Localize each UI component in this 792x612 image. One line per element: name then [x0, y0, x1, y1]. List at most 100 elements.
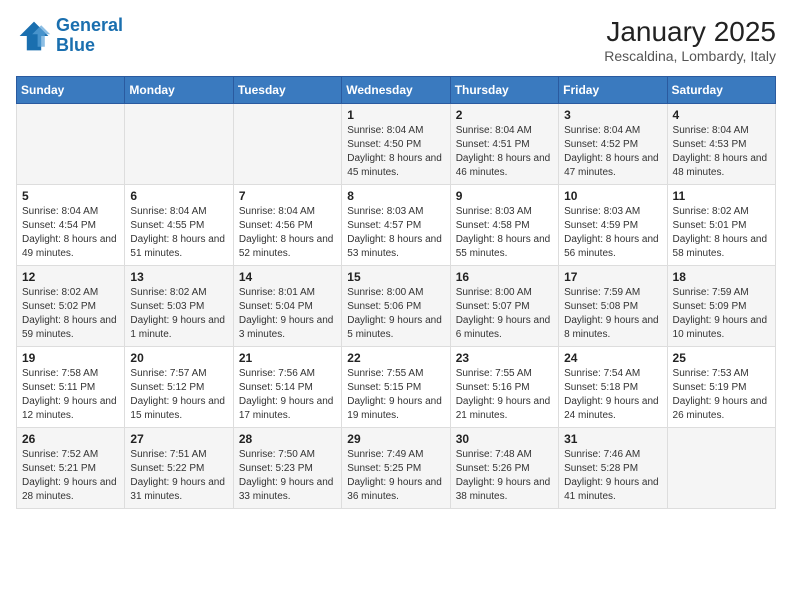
- day-info: Sunrise: 7:56 AM Sunset: 5:14 PM Dayligh…: [239, 367, 336, 423]
- day-info: Sunrise: 7:52 AM Sunset: 5:21 PM Dayligh…: [22, 448, 119, 504]
- calendar-day-cell: 28 Sunrise: 7:50 AM Sunset: 5:23 PM Dayli…: [233, 428, 341, 509]
- day-info: Sunrise: 7:59 AM Sunset: 5:08 PM Dayligh…: [564, 286, 661, 342]
- day-number: 8: [347, 189, 444, 203]
- day-info: Sunrise: 8:04 AM Sunset: 4:55 PM Dayligh…: [130, 205, 227, 261]
- day-number: 29: [347, 432, 444, 446]
- day-info: Sunrise: 8:04 AM Sunset: 4:50 PM Dayligh…: [347, 124, 444, 180]
- day-info: Sunrise: 8:03 AM Sunset: 4:57 PM Dayligh…: [347, 205, 444, 261]
- day-info: Sunrise: 7:55 AM Sunset: 5:15 PM Dayligh…: [347, 367, 444, 423]
- calendar-day-cell: 1 Sunrise: 8:04 AM Sunset: 4:50 PM Daylig…: [342, 104, 450, 185]
- day-number: 2: [456, 108, 553, 122]
- calendar-day-cell: 30 Sunrise: 7:48 AM Sunset: 5:26 PM Dayli…: [450, 428, 558, 509]
- day-number: 16: [456, 270, 553, 284]
- calendar-day-cell: 8 Sunrise: 8:03 AM Sunset: 4:57 PM Daylig…: [342, 185, 450, 266]
- day-info: Sunrise: 8:02 AM Sunset: 5:01 PM Dayligh…: [673, 205, 770, 261]
- day-info: Sunrise: 7:58 AM Sunset: 5:11 PM Dayligh…: [22, 367, 119, 423]
- day-info: Sunrise: 8:00 AM Sunset: 5:06 PM Dayligh…: [347, 286, 444, 342]
- day-number: 10: [564, 189, 661, 203]
- day-number: 31: [564, 432, 661, 446]
- day-info: Sunrise: 8:01 AM Sunset: 5:04 PM Dayligh…: [239, 286, 336, 342]
- day-info: Sunrise: 7:51 AM Sunset: 5:22 PM Dayligh…: [130, 448, 227, 504]
- calendar-day-cell: 21 Sunrise: 7:56 AM Sunset: 5:14 PM Dayli…: [233, 347, 341, 428]
- day-number: 18: [673, 270, 770, 284]
- calendar-day-cell: 23 Sunrise: 7:55 AM Sunset: 5:16 PM Dayli…: [450, 347, 558, 428]
- dow-cell: Wednesday: [342, 77, 450, 104]
- day-number: 6: [130, 189, 227, 203]
- day-info: Sunrise: 8:04 AM Sunset: 4:53 PM Dayligh…: [673, 124, 770, 180]
- dow-cell: Saturday: [667, 77, 775, 104]
- header: General Blue January 2025 Rescaldina, Lo…: [16, 16, 776, 64]
- day-number: 1: [347, 108, 444, 122]
- calendar-day-cell: 16 Sunrise: 8:00 AM Sunset: 5:07 PM Dayli…: [450, 266, 558, 347]
- calendar-day-cell: 25Sunrise: 7:53 AM Sunset: 5:19 PM Dayli…: [667, 347, 775, 428]
- day-info: Sunrise: 8:04 AM Sunset: 4:54 PM Dayligh…: [22, 205, 119, 261]
- day-info: Sunrise: 8:03 AM Sunset: 4:58 PM Dayligh…: [456, 205, 553, 261]
- dow-cell: Thursday: [450, 77, 558, 104]
- day-number: 23: [456, 351, 553, 365]
- calendar-week-row: 12 Sunrise: 8:02 AM Sunset: 5:02 PM Dayli…: [17, 266, 776, 347]
- day-info: Sunrise: 8:00 AM Sunset: 5:07 PM Dayligh…: [456, 286, 553, 342]
- dow-cell: Friday: [559, 77, 667, 104]
- logo: General Blue: [16, 16, 123, 56]
- day-info: Sunrise: 7:46 AM Sunset: 5:28 PM Dayligh…: [564, 448, 661, 504]
- day-number: 28: [239, 432, 336, 446]
- day-info: Sunrise: 7:50 AM Sunset: 5:23 PM Dayligh…: [239, 448, 336, 504]
- calendar-day-cell: 12 Sunrise: 8:02 AM Sunset: 5:02 PM Dayli…: [17, 266, 125, 347]
- day-info: Sunrise: 7:54 AM Sunset: 5:18 PM Dayligh…: [564, 367, 661, 423]
- calendar-day-cell: 6 Sunrise: 8:04 AM Sunset: 4:55 PM Daylig…: [125, 185, 233, 266]
- calendar-day-cell: 31 Sunrise: 7:46 AM Sunset: 5:28 PM Dayli…: [559, 428, 667, 509]
- day-info: Sunrise: 7:49 AM Sunset: 5:25 PM Dayligh…: [347, 448, 444, 504]
- day-info: Sunrise: 7:57 AM Sunset: 5:12 PM Dayligh…: [130, 367, 227, 423]
- logo-line2: Blue: [56, 35, 95, 55]
- calendar-day-cell: [233, 104, 341, 185]
- day-number: 15: [347, 270, 444, 284]
- day-number: 12: [22, 270, 119, 284]
- calendar-week-row: 26 Sunrise: 7:52 AM Sunset: 5:21 PM Dayli…: [17, 428, 776, 509]
- day-info: Sunrise: 7:53 AM Sunset: 5:19 PM Dayligh…: [673, 367, 770, 423]
- calendar-day-cell: 2 Sunrise: 8:04 AM Sunset: 4:51 PM Daylig…: [450, 104, 558, 185]
- calendar-day-cell: 17Sunrise: 7:59 AM Sunset: 5:08 PM Dayli…: [559, 266, 667, 347]
- calendar-day-cell: 22Sunrise: 7:55 AM Sunset: 5:15 PM Dayli…: [342, 347, 450, 428]
- day-info: Sunrise: 8:03 AM Sunset: 4:59 PM Dayligh…: [564, 205, 661, 261]
- calendar-week-row: 1 Sunrise: 8:04 AM Sunset: 4:50 PM Daylig…: [17, 104, 776, 185]
- title-area: January 2025 Rescaldina, Lombardy, Italy: [604, 16, 776, 64]
- day-number: 21: [239, 351, 336, 365]
- day-info: Sunrise: 7:55 AM Sunset: 5:16 PM Dayligh…: [456, 367, 553, 423]
- day-number: 19: [22, 351, 119, 365]
- calendar-day-cell: 15 Sunrise: 8:00 AM Sunset: 5:06 PM Dayli…: [342, 266, 450, 347]
- day-info: Sunrise: 7:59 AM Sunset: 5:09 PM Dayligh…: [673, 286, 770, 342]
- day-number: 5: [22, 189, 119, 203]
- day-info: Sunrise: 8:02 AM Sunset: 5:02 PM Dayligh…: [22, 286, 119, 342]
- calendar-day-cell: 11Sunrise: 8:02 AM Sunset: 5:01 PM Dayli…: [667, 185, 775, 266]
- calendar-day-cell: 29 Sunrise: 7:49 AM Sunset: 5:25 PM Dayli…: [342, 428, 450, 509]
- calendar-day-cell: 19 Sunrise: 7:58 AM Sunset: 5:11 PM Dayli…: [17, 347, 125, 428]
- day-of-week-header: SundayMondayTuesdayWednesdayThursdayFrid…: [17, 77, 776, 104]
- calendar-day-cell: 27 Sunrise: 7:51 AM Sunset: 5:22 PM Dayli…: [125, 428, 233, 509]
- day-number: 27: [130, 432, 227, 446]
- day-info: Sunrise: 7:48 AM Sunset: 5:26 PM Dayligh…: [456, 448, 553, 504]
- calendar-day-cell: 5 Sunrise: 8:04 AM Sunset: 4:54 PM Daylig…: [17, 185, 125, 266]
- calendar-body: 1 Sunrise: 8:04 AM Sunset: 4:50 PM Daylig…: [17, 104, 776, 509]
- day-info: Sunrise: 8:04 AM Sunset: 4:52 PM Dayligh…: [564, 124, 661, 180]
- day-number: 9: [456, 189, 553, 203]
- logo-icon: [16, 18, 52, 54]
- day-number: 26: [22, 432, 119, 446]
- dow-cell: Sunday: [17, 77, 125, 104]
- logo-line1: General: [56, 15, 123, 35]
- calendar-day-cell: 9 Sunrise: 8:03 AM Sunset: 4:58 PM Daylig…: [450, 185, 558, 266]
- calendar-day-cell: 13Sunrise: 8:02 AM Sunset: 5:03 PM Dayli…: [125, 266, 233, 347]
- calendar-week-row: 5 Sunrise: 8:04 AM Sunset: 4:54 PM Daylig…: [17, 185, 776, 266]
- day-number: 30: [456, 432, 553, 446]
- day-number: 7: [239, 189, 336, 203]
- calendar-day-cell: 10 Sunrise: 8:03 AM Sunset: 4:59 PM Dayli…: [559, 185, 667, 266]
- calendar-day-cell: 18 Sunrise: 7:59 AM Sunset: 5:09 PM Dayli…: [667, 266, 775, 347]
- day-number: 24: [564, 351, 661, 365]
- calendar-day-cell: [125, 104, 233, 185]
- calendar-table: SundayMondayTuesdayWednesdayThursdayFrid…: [16, 76, 776, 509]
- calendar-day-cell: 7Sunrise: 8:04 AM Sunset: 4:56 PM Daylig…: [233, 185, 341, 266]
- day-number: 14: [239, 270, 336, 284]
- calendar-week-row: 19 Sunrise: 7:58 AM Sunset: 5:11 PM Dayli…: [17, 347, 776, 428]
- calendar-day-cell: 24 Sunrise: 7:54 AM Sunset: 5:18 PM Dayli…: [559, 347, 667, 428]
- dow-cell: Monday: [125, 77, 233, 104]
- day-info: Sunrise: 8:04 AM Sunset: 4:51 PM Dayligh…: [456, 124, 553, 180]
